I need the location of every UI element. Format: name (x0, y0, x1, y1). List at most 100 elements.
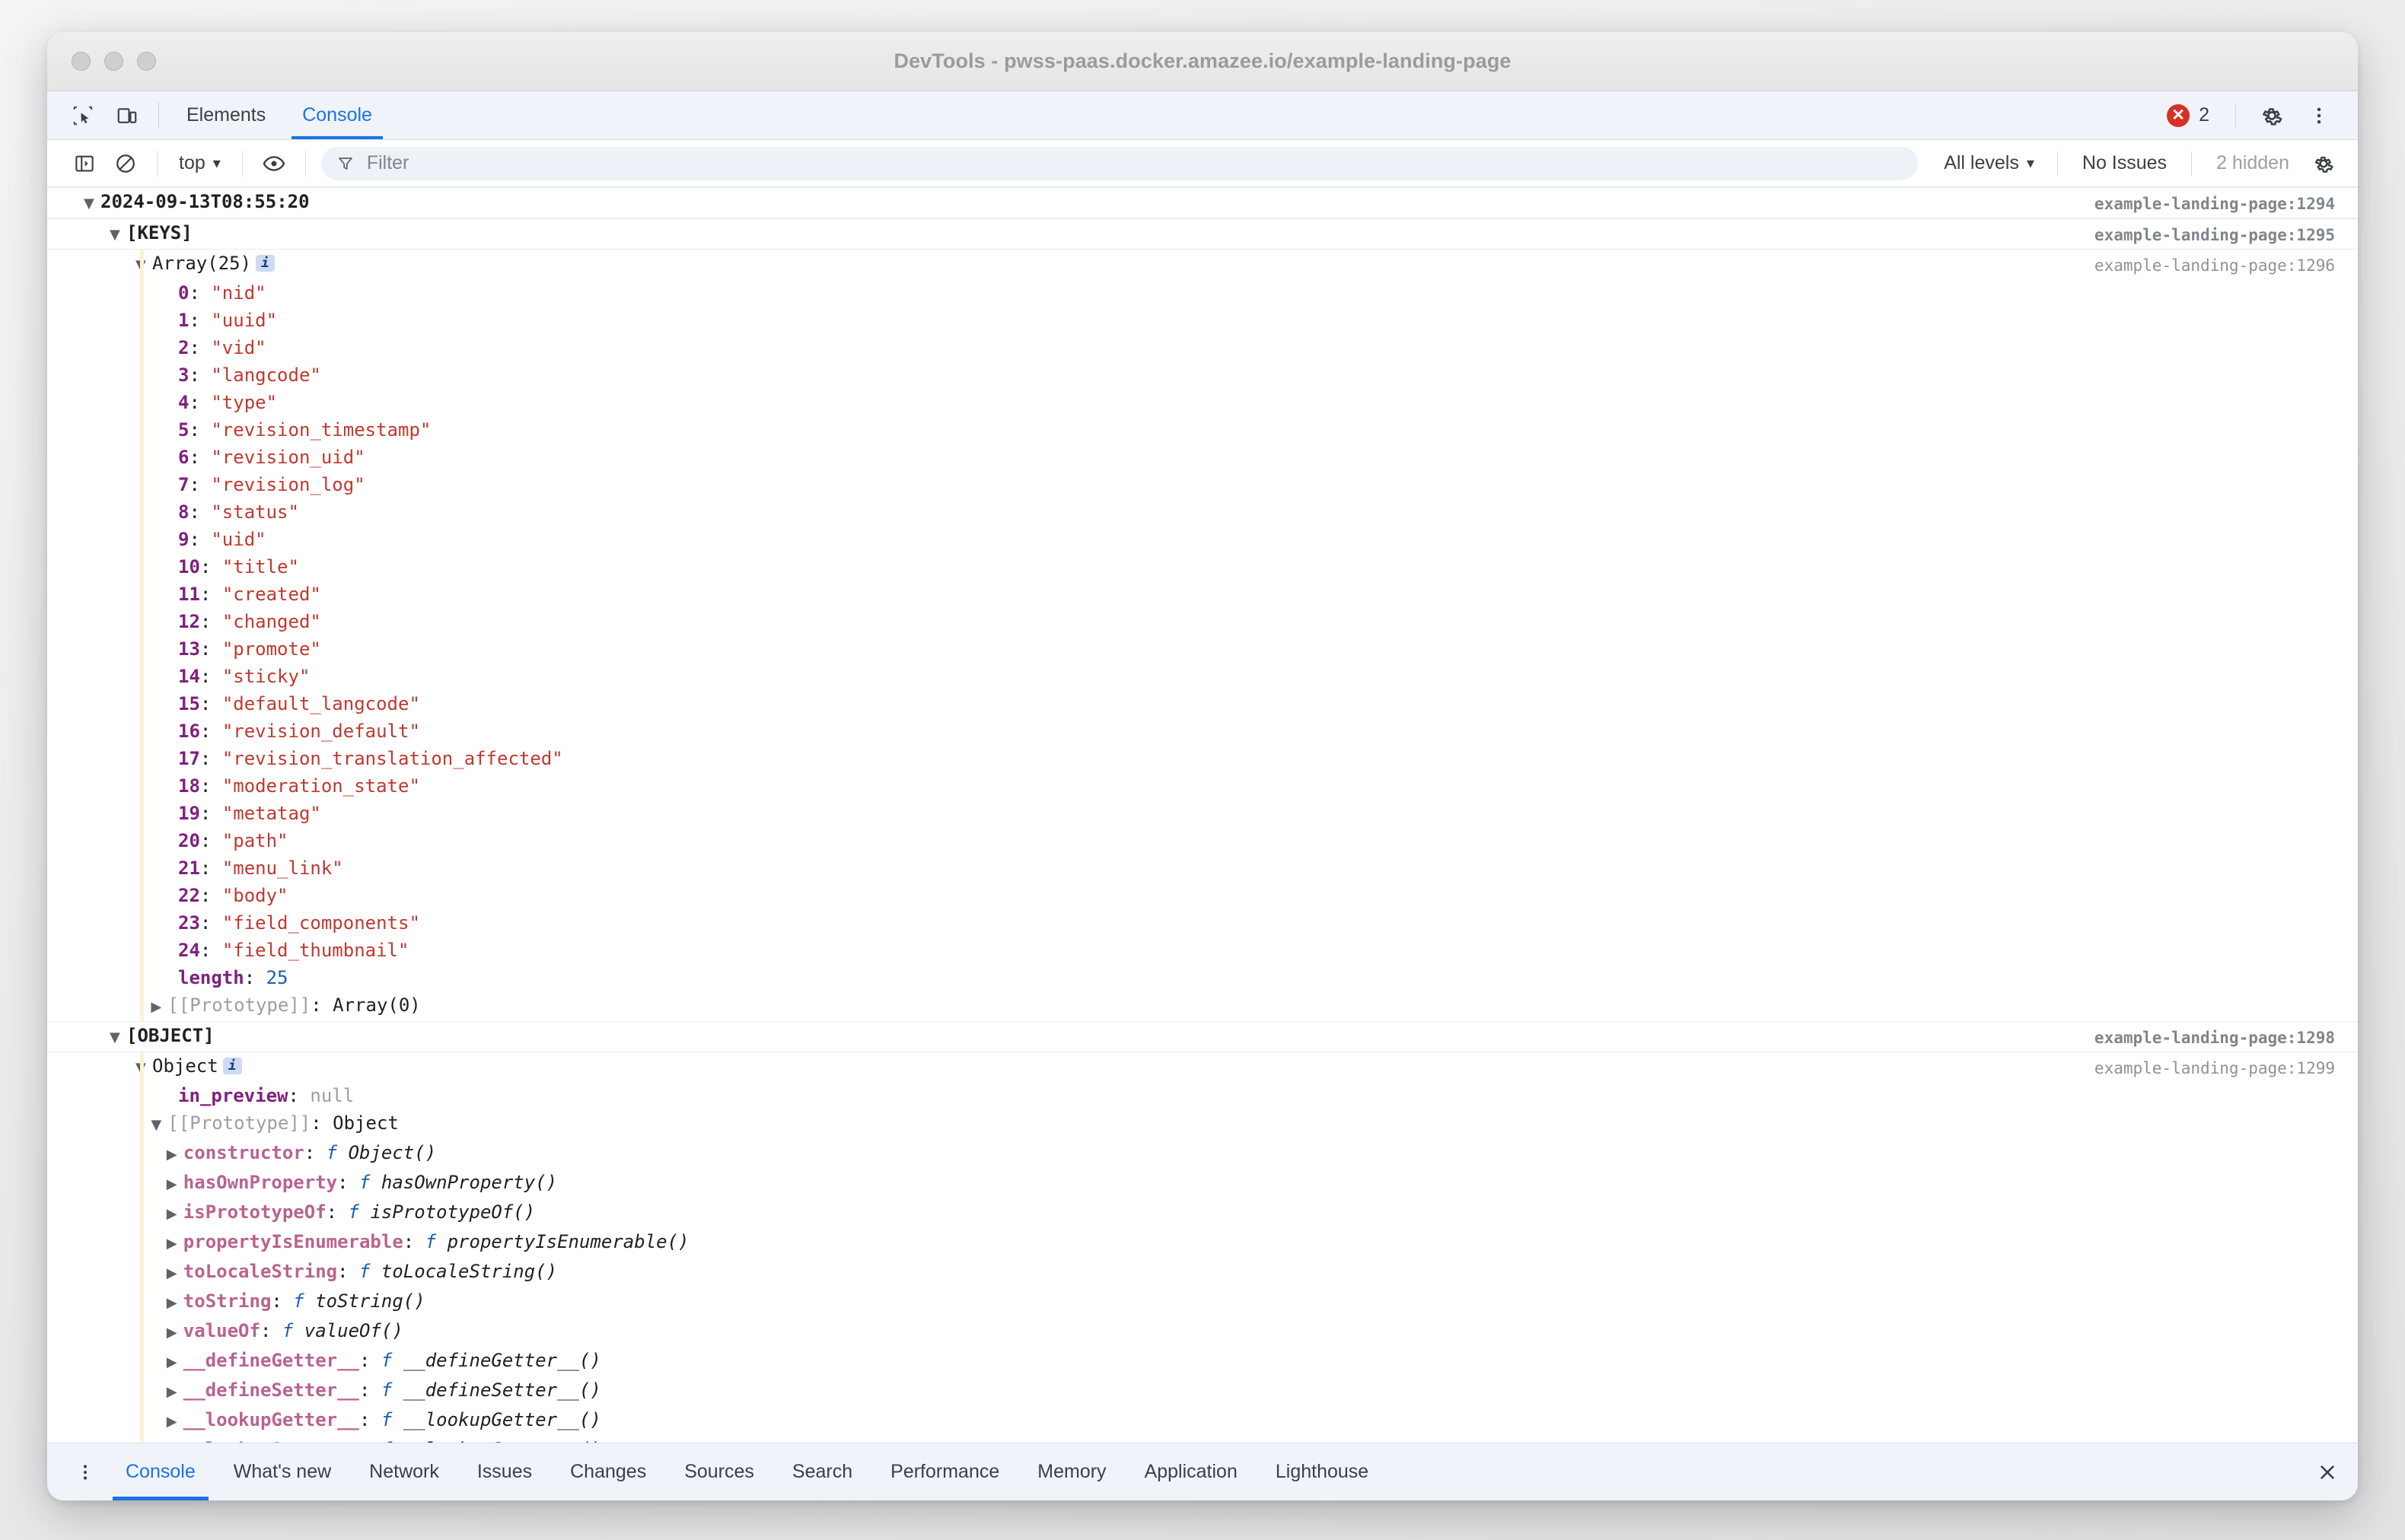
disclosure-triangle-expanded-icon[interactable]: ▼ (151, 1113, 167, 1138)
source-location-link[interactable]: example-landing-page:1299 (2094, 1054, 2358, 1080)
disclosure-triangle-collapsed-icon[interactable]: ▶ (167, 1172, 183, 1197)
console-message-row[interactable]: 11: "created" (47, 581, 2358, 608)
disclosure-triangle-expanded-icon[interactable]: ▼ (110, 1026, 126, 1050)
disclosure-triangle-expanded-icon[interactable]: ▼ (135, 253, 152, 278)
search-input[interactable] (365, 151, 1903, 175)
console-message-row[interactable]: 18: "moderation_state" (47, 772, 2358, 800)
console-message-row[interactable]: 10: "title" (47, 553, 2358, 581)
console-message-row[interactable]: ▼Objectiexample-landing-page:1299 (47, 1052, 2358, 1082)
console-filter-box[interactable] (320, 146, 1919, 180)
console-message-row[interactable]: 21: "menu_link" (47, 854, 2358, 882)
console-message-row[interactable]: 1: "uuid" (47, 307, 2358, 334)
console-message-row[interactable]: 23: "field_components" (47, 909, 2358, 937)
drawer-tab-issues[interactable]: Issues (458, 1443, 551, 1500)
gear-icon[interactable] (2250, 103, 2294, 128)
console-message-row[interactable]: 17: "revision_translation_affected" (47, 745, 2358, 772)
console-group-header[interactable]: ▼ [KEYS] example-landing-page:1295 (47, 218, 2358, 250)
drawer-tab-sources[interactable]: Sources (665, 1443, 773, 1500)
close-icon[interactable] (2297, 1443, 2358, 1500)
error-count-badge[interactable]: ✕ 2 (2155, 103, 2222, 127)
disclosure-triangle-collapsed-icon[interactable]: ▶ (167, 1291, 183, 1316)
drawer-tab-memory[interactable]: Memory (1018, 1443, 1125, 1500)
console-message-row[interactable]: 20: "path" (47, 827, 2358, 854)
drawer-tab-what-s-new[interactable]: What's new (215, 1443, 350, 1500)
console-group-header[interactable]: ▼ 2024-09-13T08:55:20 example-landing-page… (47, 187, 2358, 218)
drawer-tab-console[interactable]: Console (107, 1443, 215, 1500)
minimize-window-button[interactable] (104, 52, 123, 71)
source-location-link[interactable]: example-landing-page:1295 (2094, 221, 2358, 247)
console-message-row[interactable]: ▼ [[Prototype]]: Object (47, 1109, 2358, 1139)
console-message-row[interactable]: 19: "metatag" (47, 800, 2358, 827)
disclosure-triangle-expanded-icon[interactable]: ▼ (84, 192, 100, 216)
drawer-tab-application[interactable]: Application (1126, 1443, 1257, 1500)
disclosure-triangle-collapsed-icon[interactable]: ▶ (167, 1202, 183, 1227)
console-message-row[interactable]: 12: "changed" (47, 608, 2358, 635)
info-badge-icon[interactable]: i (222, 1058, 242, 1074)
close-window-button[interactable] (72, 52, 91, 71)
maximize-window-button[interactable] (137, 52, 156, 71)
drawer-tab-lighthouse[interactable]: Lighthouse (1257, 1443, 1387, 1500)
console-message-row[interactable]: 9: "uid" (47, 526, 2358, 553)
disclosure-triangle-collapsed-icon[interactable]: ▶ (167, 1380, 183, 1405)
console-message-row[interactable]: ▶ toLocaleString: f toLocaleString() (47, 1258, 2358, 1287)
console-settings-gear-icon[interactable] (2303, 143, 2344, 184)
inspect-element-icon[interactable] (61, 91, 105, 139)
console-message-row[interactable]: 24: "field_thumbnail" (47, 937, 2358, 964)
hidden-messages-count[interactable]: 2 hidden (2203, 152, 2303, 174)
kebab-menu-icon[interactable] (64, 1443, 107, 1500)
console-message-row[interactable]: 13: "promote" (47, 635, 2358, 663)
execution-context-selector[interactable]: top ▾ (168, 152, 231, 174)
console-message-row[interactable]: 2: "vid" (47, 334, 2358, 361)
console-message-row[interactable]: 7: "revision_log" (47, 471, 2358, 498)
console-message-row[interactable]: 0: "nid" (47, 279, 2358, 307)
console-message-row[interactable]: ▶ valueOf: f valueOf() (47, 1317, 2358, 1347)
console-message-row[interactable]: ▶ __defineSetter__: f __defineSetter__() (47, 1376, 2358, 1406)
console-message-row[interactable]: ▶ toString: f toString() (47, 1287, 2358, 1317)
source-location-link[interactable]: example-landing-page:1296 (2094, 251, 2358, 278)
console-message-row[interactable]: 14: "sticky" (47, 663, 2358, 690)
console-message-row[interactable]: ▶ __lookupGetter__: f __lookupGetter__() (47, 1406, 2358, 1436)
console-message-row[interactable]: ▶ constructor: f Object() (47, 1139, 2358, 1169)
console-message-list[interactable]: ▼ 2024-09-13T08:55:20 example-landing-page… (47, 187, 2358, 1443)
disclosure-triangle-collapsed-icon[interactable]: ▶ (167, 1351, 183, 1375)
kebab-menu-icon[interactable] (2297, 105, 2341, 126)
source-location-link[interactable]: example-landing-page:1294 (2094, 189, 2358, 216)
console-message-row[interactable]: ▶__lookupSetter__: f __lookupSetter__() (47, 1436, 2358, 1443)
console-message-row[interactable]: length: 25 (47, 964, 2358, 991)
disclosure-triangle-collapsed-icon[interactable]: ▶ (167, 1143, 183, 1167)
drawer-tab-performance[interactable]: Performance (871, 1443, 1018, 1500)
disclosure-triangle-collapsed-icon[interactable]: ▶ (167, 1440, 183, 1443)
disclosure-triangle-collapsed-icon[interactable]: ▶ (151, 995, 167, 1020)
tab-console[interactable]: Console (284, 91, 390, 139)
console-message-row[interactable]: 8: "status" (47, 498, 2358, 526)
console-message-row[interactable]: 3: "langcode" (47, 361, 2358, 389)
console-message-row[interactable]: 22: "body" (47, 882, 2358, 909)
tab-elements[interactable]: Elements (168, 91, 284, 139)
console-message-row[interactable]: 6: "revision_uid" (47, 444, 2358, 471)
issues-status[interactable]: No Issues (2069, 152, 2180, 174)
console-message-row[interactable]: ▶ propertyIsEnumerable: f propertyIsEnume… (47, 1228, 2358, 1258)
console-message-row[interactable]: 15: "default_langcode" (47, 690, 2358, 718)
console-message-row[interactable]: 4: "type" (47, 389, 2358, 416)
drawer-tab-network[interactable]: Network (350, 1443, 458, 1500)
info-badge-icon[interactable]: i (256, 255, 275, 272)
console-message-row[interactable]: ▶ [[Prototype]]: Array(0) (47, 991, 2358, 1021)
clear-console-icon[interactable] (105, 143, 146, 184)
drawer-tab-search[interactable]: Search (773, 1443, 871, 1500)
console-message-row[interactable]: ▶ isPrototypeOf: f isPrototypeOf() (47, 1198, 2358, 1228)
disclosure-triangle-collapsed-icon[interactable]: ▶ (167, 1262, 183, 1286)
console-message-row[interactable]: in_preview: null (47, 1082, 2358, 1109)
disclosure-triangle-collapsed-icon[interactable]: ▶ (167, 1321, 183, 1345)
device-toolbar-icon[interactable] (105, 91, 149, 139)
source-location-link[interactable]: example-landing-page:1298 (2094, 1023, 2358, 1050)
disclosure-triangle-collapsed-icon[interactable]: ▶ (167, 1410, 183, 1434)
console-message-row[interactable]: 16: "revision_default" (47, 718, 2358, 745)
drawer-tab-changes[interactable]: Changes (551, 1443, 665, 1500)
disclosure-triangle-expanded-icon[interactable]: ▼ (110, 223, 126, 247)
console-sidebar-icon[interactable] (64, 143, 105, 184)
log-level-selector[interactable]: All levels ▾ (1932, 152, 2047, 174)
console-message-row[interactable]: ▶ __defineGetter__: f __defineGetter__() (47, 1347, 2358, 1376)
console-group-header[interactable]: ▼ [OBJECT] example-landing-page:1298 (47, 1021, 2358, 1052)
console-message-row[interactable]: 5: "revision_timestamp" (47, 416, 2358, 444)
disclosure-triangle-collapsed-icon[interactable]: ▶ (167, 1232, 183, 1256)
